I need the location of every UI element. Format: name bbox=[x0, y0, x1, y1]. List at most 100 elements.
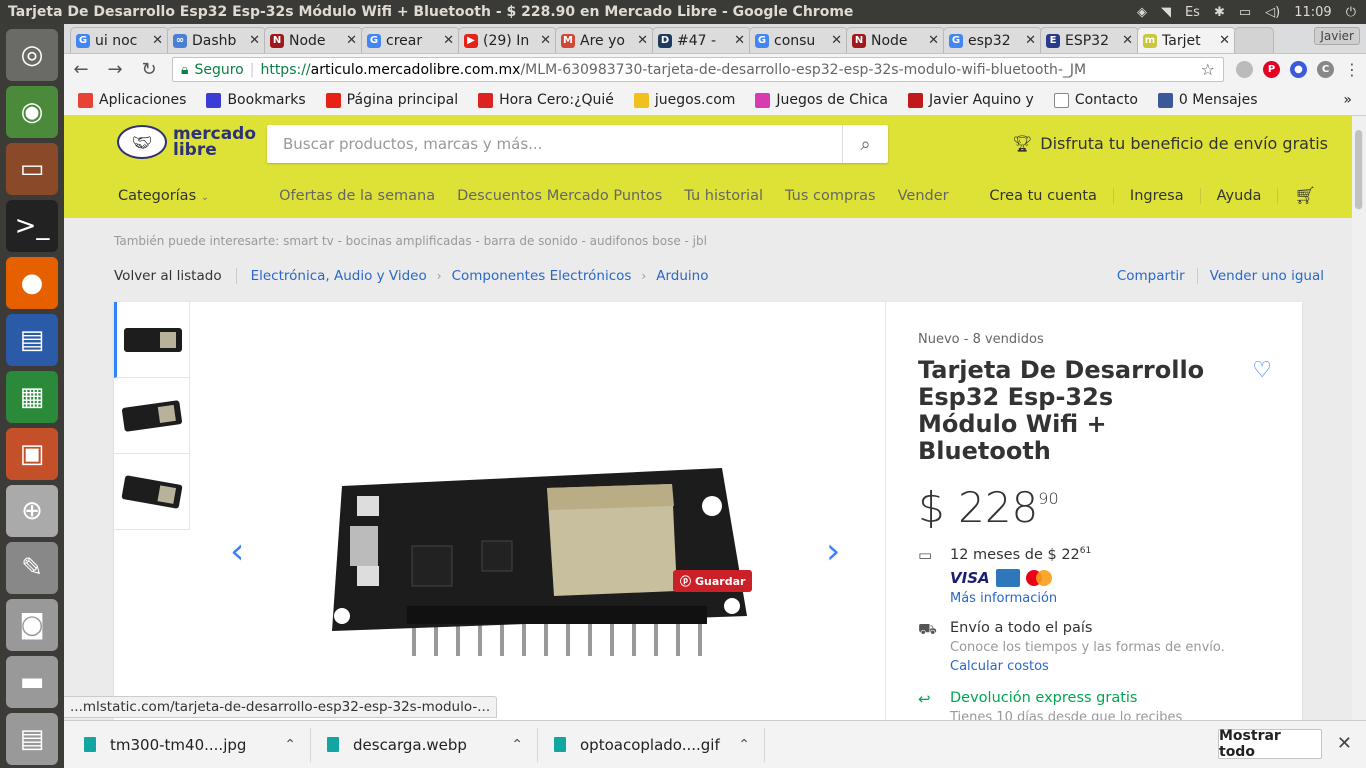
product-image[interactable] bbox=[322, 466, 752, 656]
menu-icon[interactable]: ⋮ bbox=[1344, 60, 1360, 79]
browser-tab[interactable]: Gconsu ✕ bbox=[749, 27, 848, 53]
disk-icon[interactable]: ▬ bbox=[6, 656, 58, 708]
power-icon[interactable]: ⏻ bbox=[1346, 5, 1356, 20]
chevron-up-icon[interactable]: ⌃ bbox=[511, 737, 523, 753]
browser-tab[interactable]: M Are yo ✕ bbox=[555, 27, 654, 53]
nav-link-sell[interactable]: Vender bbox=[898, 188, 949, 204]
calculate-shipping-link[interactable]: Calcular costos bbox=[950, 659, 1225, 674]
heart-icon[interactable]: ♡ bbox=[1252, 358, 1272, 383]
bookmark-item[interactable]: Javier Aquino y bbox=[907, 92, 1034, 108]
keyboard-layout[interactable]: Es bbox=[1185, 5, 1200, 20]
bookmark-item[interactable]: Aplicaciones bbox=[78, 92, 186, 108]
shipping-promo[interactable]: 🏆︎ Disfruta tu beneficio de envío gratis bbox=[1012, 134, 1328, 153]
tab-close-icon[interactable]: ✕ bbox=[443, 33, 454, 48]
bookmark-item[interactable]: Contacto bbox=[1053, 92, 1138, 108]
tab-close-icon[interactable]: ✕ bbox=[346, 33, 357, 48]
breadcrumb-electronics[interactable]: Electrónica, Audio y Video bbox=[251, 268, 427, 284]
login-link[interactable]: Ingresa bbox=[1114, 188, 1201, 204]
bookmark-item[interactable]: 0 Mensajes bbox=[1157, 92, 1257, 108]
browser-tab[interactable]: ▶ (29) In ✕ bbox=[458, 27, 557, 53]
browser-tab[interactable]: m Tarjet ✕ bbox=[1137, 27, 1236, 53]
files-icon[interactable]: ▭ bbox=[6, 143, 58, 195]
chevron-up-icon[interactable]: ⌃ bbox=[284, 737, 296, 753]
tab-close-icon[interactable]: ✕ bbox=[831, 33, 842, 48]
thumbnail[interactable] bbox=[114, 302, 190, 378]
thumbnail[interactable] bbox=[114, 378, 190, 454]
nav-link-purchases[interactable]: Tus compras bbox=[785, 188, 876, 204]
more-info-link[interactable]: Más información bbox=[950, 591, 1091, 606]
tab-close-icon[interactable]: ✕ bbox=[1025, 33, 1036, 48]
download-item[interactable]: optoacoplado....gif ⌃ bbox=[538, 727, 765, 762]
ubuntu-icon[interactable]: ◎ bbox=[6, 29, 58, 81]
tab-close-icon[interactable]: ✕ bbox=[637, 33, 648, 48]
extension-gray-icon[interactable] bbox=[1236, 61, 1253, 78]
tab-close-icon[interactable]: ✕ bbox=[152, 33, 163, 48]
create-account-link[interactable]: Crea tu cuenta bbox=[973, 188, 1114, 204]
chrome-icon[interactable]: ◉ bbox=[6, 86, 58, 138]
cart-icon[interactable]: 🛒︎ bbox=[1278, 186, 1332, 206]
bookmark-star-icon[interactable]: ☆ bbox=[1201, 60, 1215, 79]
tab-close-icon[interactable]: ✕ bbox=[928, 33, 939, 48]
back-icon[interactable]: ← bbox=[70, 59, 92, 80]
breadcrumb-components[interactable]: Componentes Electrónicos bbox=[452, 268, 632, 284]
browser-tab[interactable]: D #47 - ✕ bbox=[652, 27, 751, 53]
chevron-up-icon[interactable]: ⌃ bbox=[738, 737, 750, 753]
share-link[interactable]: Compartir bbox=[1105, 268, 1198, 284]
related-searches[interactable]: También puede interesarte: smart tv - bo… bbox=[114, 234, 707, 248]
tab-close-icon[interactable]: ✕ bbox=[1219, 33, 1230, 48]
tab-close-icon[interactable]: ✕ bbox=[249, 33, 260, 48]
nav-link-points[interactable]: Descuentos Mercado Puntos bbox=[457, 188, 662, 204]
bookmark-item[interactable]: juegos.com bbox=[633, 92, 735, 108]
extension-c-icon[interactable]: C bbox=[1317, 61, 1334, 78]
software-icon[interactable]: ⊕ bbox=[6, 485, 58, 537]
download-item[interactable]: descarga.webp ⌃ bbox=[311, 727, 538, 762]
volume-icon[interactable]: ◁) bbox=[1265, 5, 1280, 20]
browser-tab[interactable]: Gesp32 ✕ bbox=[943, 27, 1042, 53]
show-all-button[interactable]: Mostrar todo bbox=[1218, 728, 1322, 760]
nav-link-offers[interactable]: Ofertas de la semana bbox=[279, 188, 435, 204]
tab-close-icon[interactable]: ✕ bbox=[734, 33, 745, 48]
page-scrollbar[interactable] bbox=[1352, 116, 1366, 720]
bookmark-item[interactable]: Juegos de Chica bbox=[755, 92, 888, 108]
browser-tab[interactable]: Gcrear ✕ bbox=[361, 27, 460, 53]
firefox-icon[interactable]: ● bbox=[6, 257, 58, 309]
browser-tab[interactable]: Gui noc ✕ bbox=[70, 27, 169, 53]
network-icon[interactable]: ◈ bbox=[1137, 5, 1147, 20]
bookmark-item[interactable]: Bookmarks bbox=[206, 92, 306, 108]
nav-link-history[interactable]: Tu historial bbox=[684, 188, 763, 204]
search-icon[interactable]: ⌕ bbox=[842, 125, 888, 163]
bookmarks-overflow-icon[interactable]: » bbox=[1343, 92, 1352, 108]
breadcrumb-arduino[interactable]: Arduino bbox=[656, 268, 708, 284]
battery-icon[interactable]: ▭ bbox=[1239, 5, 1251, 20]
camera-icon[interactable]: ◙ bbox=[6, 599, 58, 651]
bluetooth-icon[interactable]: ✱ bbox=[1214, 5, 1225, 20]
address-bar[interactable]: 🔒︎ Seguro | https://articulo.mercadolibr… bbox=[172, 57, 1224, 82]
ml-logo[interactable]: 🤝︎ mercado libre bbox=[117, 125, 256, 159]
impress-icon[interactable]: ▣ bbox=[6, 428, 58, 480]
browser-tab[interactable]: N Node ✕ bbox=[264, 27, 363, 53]
terminal-icon[interactable]: >_ bbox=[6, 200, 58, 252]
categories-menu[interactable]: Categorías ⌄ bbox=[118, 188, 209, 204]
tab-close-icon[interactable]: ✕ bbox=[1122, 33, 1133, 48]
pinterest-save-button[interactable]: ⓟ Guardar bbox=[673, 570, 753, 592]
close-icon[interactable]: ✕ bbox=[1337, 733, 1352, 754]
browser-tab[interactable]: N Node ✕ bbox=[846, 27, 945, 53]
writer-icon[interactable]: ▤ bbox=[6, 314, 58, 366]
lock-icon[interactable]: 🔒︎ bbox=[181, 62, 188, 78]
prev-image-icon[interactable]: ‹ bbox=[230, 534, 244, 570]
calc-icon[interactable]: ▦ bbox=[6, 371, 58, 423]
pinterest-icon[interactable]: P bbox=[1263, 61, 1280, 78]
new-tab-button[interactable] bbox=[1234, 27, 1274, 53]
reload-icon[interactable]: ↻ bbox=[138, 59, 160, 80]
profile-button[interactable]: Javier bbox=[1314, 27, 1360, 45]
thumbnail[interactable] bbox=[114, 454, 190, 530]
download-item[interactable]: tm300-tm40....jpg ⌃ bbox=[84, 727, 311, 762]
trash-icon[interactable]: ▤ bbox=[6, 713, 58, 765]
browser-tab[interactable]: ∞ Dashb ✕ bbox=[167, 27, 266, 53]
clock[interactable]: 11:09 bbox=[1294, 5, 1331, 20]
search-input[interactable]: Buscar productos, marcas y más... bbox=[267, 135, 842, 153]
tab-close-icon[interactable]: ✕ bbox=[540, 33, 551, 48]
help-link[interactable]: Ayuda bbox=[1201, 188, 1279, 204]
extension-blue-icon[interactable]: ● bbox=[1290, 61, 1307, 78]
bookmark-item[interactable]: Página principal bbox=[325, 92, 458, 108]
